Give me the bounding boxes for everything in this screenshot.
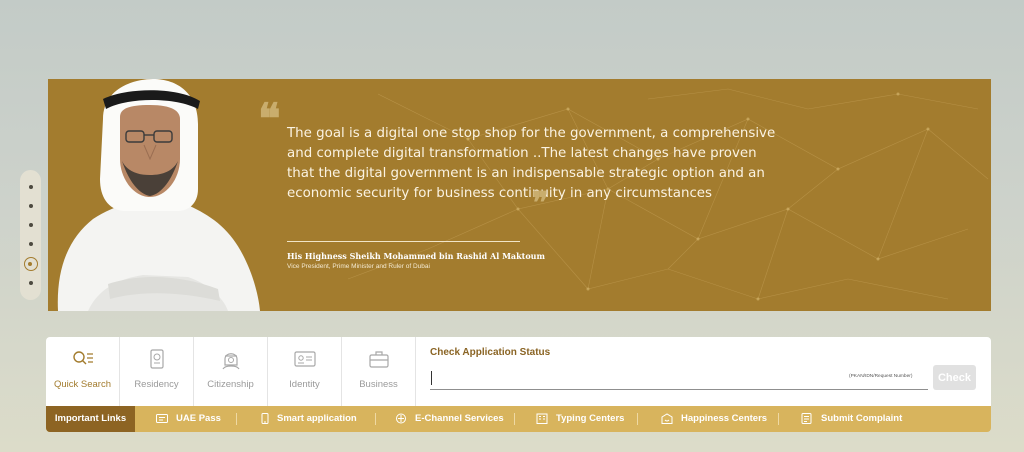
portrait-photo: [57, 79, 261, 311]
building-icon: [536, 413, 548, 424]
tab-quick-search[interactable]: Quick Search: [46, 337, 120, 406]
smartphone-icon: [261, 413, 269, 424]
important-links-title: Important Links: [46, 406, 135, 432]
link-separator: [236, 413, 237, 425]
services-panel: Quick Search Residency Citizenship Ident…: [46, 337, 991, 406]
quote-divider: [287, 241, 520, 242]
application-number-input[interactable]: [430, 368, 928, 390]
slide-dot-1[interactable]: [28, 185, 33, 189]
check-button[interactable]: Check: [933, 365, 976, 390]
link-submit-complaint-label: Submit Complaint: [821, 413, 903, 424]
briefcase-icon: [369, 351, 389, 368]
application-number-hint: (PKAN/IDN/Request Number): [849, 374, 913, 379]
uae-pass-icon: [156, 414, 168, 423]
tab-residency-label: Residency: [134, 379, 179, 390]
quote-author-role: Vice President, Prime Minister and Ruler…: [287, 263, 430, 270]
link-separator: [637, 413, 638, 425]
link-separator: [514, 413, 515, 425]
check-status-title: Check Application Status: [430, 347, 551, 358]
passport-icon: [150, 349, 164, 369]
link-happiness-centers-label: Happiness Centers: [681, 413, 768, 424]
slide-dot-6[interactable]: [28, 281, 33, 285]
open-quote-icon: ❝: [258, 94, 281, 143]
link-typing-centers-label: Typing Centers: [556, 413, 625, 424]
e-channel-icon: [396, 413, 406, 424]
complaint-icon: [801, 413, 812, 424]
close-quote-icon: ❞: [532, 186, 549, 221]
tab-residency[interactable]: Residency: [120, 337, 194, 406]
quote-banner: ❝ The goal is a digital one stop shop fo…: [48, 79, 991, 311]
link-e-channel-services-label: E-Channel Services: [415, 413, 504, 424]
important-links-bar: Important Links UAE Pass Smart applicati…: [46, 406, 991, 432]
tab-identity[interactable]: Identity: [268, 337, 342, 406]
tab-business[interactable]: Business: [342, 337, 416, 406]
link-separator: [375, 413, 376, 425]
tab-quick-search-label: Quick Search: [53, 379, 112, 390]
happiness-center-icon: [661, 413, 673, 424]
quote-author: His Highness Sheikh Mohammed bin Rashid …: [287, 251, 545, 261]
quick-search-icon: [73, 351, 93, 365]
tab-citizenship-label: Citizenship: [207, 379, 254, 390]
tab-business-label: Business: [359, 379, 398, 390]
tab-citizenship[interactable]: Citizenship: [194, 337, 268, 406]
citizen-icon: [222, 353, 240, 370]
slider-dots: [20, 170, 41, 300]
link-smart-application-label: Smart application: [277, 413, 357, 424]
slide-dot-3[interactable]: [28, 223, 33, 227]
id-card-icon: [294, 351, 316, 367]
slide-dot-2[interactable]: [28, 204, 33, 208]
text-caret: [431, 371, 432, 385]
slide-dot-5-active[interactable]: [23, 257, 38, 271]
link-uae-pass-label: UAE Pass: [176, 413, 221, 424]
tab-identity-label: Identity: [289, 379, 320, 390]
slide-dot-4[interactable]: [28, 242, 33, 246]
link-separator: [778, 413, 779, 425]
